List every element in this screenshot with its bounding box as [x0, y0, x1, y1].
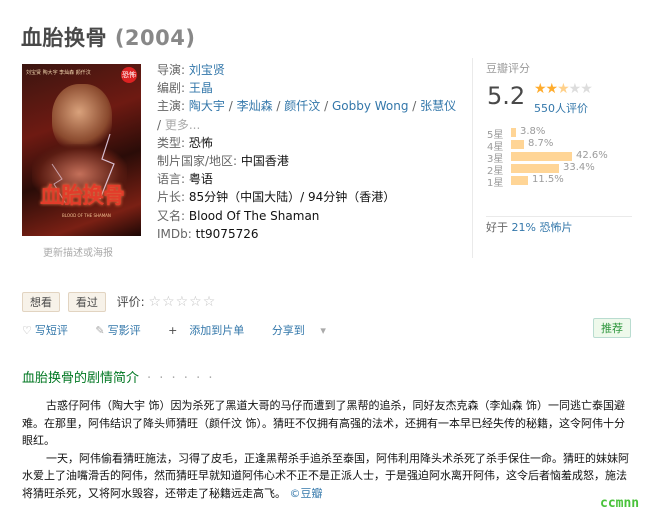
rating-pct: 11.5% [532, 174, 564, 185]
rating-pct: 3.8% [520, 126, 546, 137]
rating-score: 5.2 [487, 82, 526, 110]
cast-more-link[interactable]: 更多... [165, 118, 200, 132]
rate-stars[interactable]: ☆☆☆☆☆ [149, 294, 217, 310]
pencil-icon: ✎ [95, 324, 105, 337]
rating-count-link[interactable]: 550人评价 [534, 100, 588, 116]
link-bar: ♡ 写短评 ✎ 写影评 + 添加到片单 分享到 ▾ [22, 322, 341, 338]
want-to-watch-button[interactable]: 想看 [22, 292, 60, 312]
cast-link[interactable]: 颜仟汶 [284, 99, 320, 113]
rating-bar [511, 140, 524, 149]
genre-value: 恐怖 [188, 135, 213, 150]
country-value: 中国香港 [240, 154, 289, 169]
movie-year: (2004) [114, 26, 196, 50]
cast-link[interactable]: Gobby Wong [332, 99, 409, 113]
cast-link[interactable]: 李灿森 [237, 99, 273, 113]
rating-row: 4星 8.7% [487, 138, 554, 153]
poster-cast-text: 刘宝贤 陶大宇 李灿森 颜仟汶 [26, 70, 91, 76]
rating-pct: 33.4% [563, 162, 595, 173]
writer-link[interactable]: 王晶 [189, 81, 213, 95]
aka-row: 又名: Blood Of The Shaman [157, 208, 320, 223]
cast-link[interactable]: 陶大宇 [189, 99, 225, 113]
poster-subtitle: BLOOD OF THE SHAMAN [62, 213, 111, 218]
rating-distribution: 5星 3.8% 4星 8.7% 3星 42.6% 2星 33.4% 1星 11.5% [487, 126, 637, 189]
rating-bar [511, 176, 528, 185]
language-row: 语言: 粤语 [157, 172, 213, 187]
rating-label: 豆瓣评分 [486, 62, 530, 75]
watermark: ccmnn [600, 496, 640, 511]
watched-button[interactable]: 看过 [67, 292, 106, 312]
rating-row: 5星 3.8% [487, 126, 546, 141]
synopsis-paragraph: 一天，阿伟偷看猜旺施法，习得了皮毛，正逢黑帮杀手追杀至泰国，阿伟利用降头术杀死了… [22, 451, 629, 500]
chevron-down-icon: ▾ [320, 324, 326, 337]
rating-bar [511, 128, 516, 137]
add-to-list-link[interactable]: + 添加到片单 [168, 324, 256, 337]
recommend-button[interactable]: 推荐 [593, 318, 631, 338]
genre-row: 类型: 恐怖 [157, 135, 213, 150]
better-than-link[interactable]: 21% 恐怖片 [512, 221, 573, 234]
rating-row: 2星 33.4% [487, 162, 595, 177]
rating-pct: 42.6% [576, 150, 608, 161]
country-row: 制片国家/地区: 中国香港 [157, 154, 289, 169]
action-bar: 想看 看过 评价: ☆☆☆☆☆ [22, 292, 216, 312]
movie-info: 导演: 刘宝贤 编剧: 王晶 主演: 陶大宇 / 李灿森 / 颜仟汶 / Gob… [157, 61, 462, 243]
director-link[interactable]: 刘宝贤 [189, 63, 225, 77]
imdb-row: IMDb: tt9075726 [157, 226, 259, 241]
synopsis-heading: 血胎换骨的剧情简介 · · · · · · [22, 371, 215, 386]
write-short-review-link[interactable]: ♡ 写短评 [22, 324, 80, 337]
movie-poster[interactable]: 刘宝贤 陶大宇 李灿森 颜仟汶 恐怖 血胎换骨 BLOOD OF THE SHA… [22, 64, 141, 236]
imdb-value: tt9075726 [195, 226, 259, 241]
write-review-link[interactable]: ✎ 写影评 [95, 324, 152, 337]
poster-title-art: 血胎换骨 [40, 183, 125, 209]
runtime-value: 85分钟（中国大陆）/ 94分钟（香港） [188, 190, 396, 205]
cast-row: 主演: 陶大宇 / 李灿森 / 颜仟汶 / Gobby Wong / 张慧仪 /… [157, 99, 457, 132]
rating-pct: 8.7% [528, 138, 554, 149]
aka-value: Blood Of The Shaman [188, 208, 320, 223]
director-row: 导演: 刘宝贤 [157, 63, 225, 77]
rating-row: 3星 42.6% [487, 150, 608, 165]
rating-bar [511, 152, 572, 161]
rating-bar [511, 164, 559, 173]
heading-dots: · · · · · · [147, 371, 215, 386]
share-link[interactable]: 分享到 ▾ [272, 324, 329, 337]
synopsis-paragraph: 古惑仔阿伟（陶大宇 饰）因为杀死了黑道大哥的马仔而遭到了黑帮的追杀，同好友杰克森… [22, 399, 625, 447]
language-value: 粤语 [188, 172, 213, 187]
lightning-icon [51, 133, 115, 205]
rating-row: 1星 11.5% [487, 174, 564, 189]
synopsis: 古惑仔阿伟（陶大宇 饰）因为杀死了黑道大哥的马仔而遭到了黑帮的追杀，同好友杰克森… [22, 397, 634, 502]
page-title: 血胎换骨 (2004) [21, 22, 195, 52]
comment-icon: ♡ [22, 324, 32, 337]
cast-link[interactable]: 张慧仪 [420, 99, 456, 113]
better-than: 好于 21% 恐怖片 [486, 216, 632, 235]
runtime-row: 片长: 85分钟（中国大陆）/ 94分钟（香港） [157, 190, 396, 205]
update-poster-link[interactable]: 更新描述或海报 [43, 244, 113, 259]
rate-label: 评价: [116, 295, 145, 309]
poster-stamp: 恐怖 [121, 67, 137, 83]
writer-row: 编剧: 王晶 [157, 81, 213, 96]
douban-source-link[interactable]: ©豆瓣 [290, 487, 323, 500]
movie-name: 血胎换骨 [21, 26, 107, 50]
rating-stars: ★★★★★ [534, 81, 593, 97]
